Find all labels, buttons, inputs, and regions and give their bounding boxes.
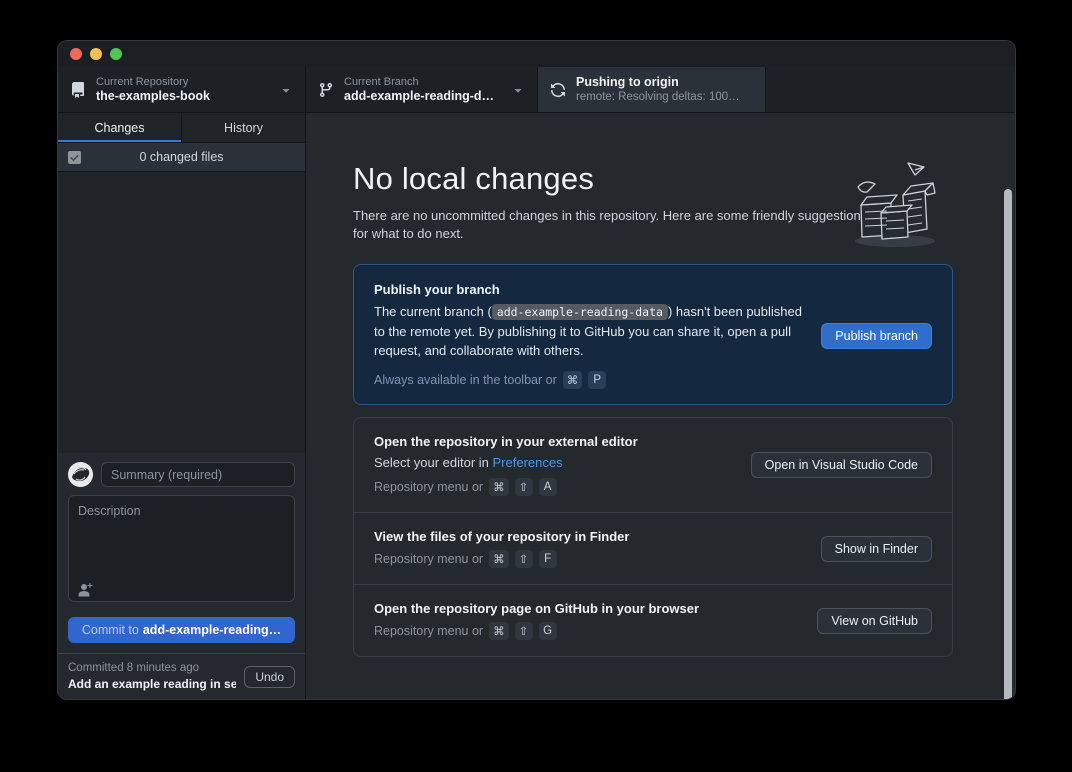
suggestion-hint: Repository menu or ⌘ ⇧ A (374, 478, 737, 496)
tab-history[interactable]: History (181, 113, 305, 142)
avatar (68, 462, 93, 487)
no-changes-panel: No local changes There are no uncommitte… (306, 113, 1015, 699)
publish-hint-text: Always available in the toolbar or (374, 373, 557, 387)
publish-body-pre: The current branch ( (374, 304, 492, 319)
cmd-keycap: ⌘ (563, 371, 583, 389)
git-branch-icon (318, 82, 334, 98)
branch-label: Current Branch (344, 75, 501, 89)
summary-input[interactable] (101, 462, 295, 487)
undo-text: Committed 8 minutes ago Add an example r… (68, 661, 236, 692)
repo-icon (70, 82, 86, 98)
traffic-lights (70, 48, 122, 60)
cmd-keycap: ⌘ (489, 550, 509, 568)
branch-code-pill: add-example-reading-data (492, 304, 668, 320)
suggestion-view-on-github: Open the repository page on GitHub in yo… (354, 584, 952, 656)
current-repository-selector[interactable]: Current Repository the-examples-book (58, 67, 306, 112)
suggestion-title: View the files of your repository in Fin… (374, 529, 807, 544)
shift-keycap: ⇧ (515, 622, 533, 640)
push-title: Pushing to origin (576, 75, 753, 90)
minimize-window-button[interactable] (90, 48, 102, 60)
tab-history-label: History (224, 121, 263, 135)
sidebar: Changes History 0 changed files (58, 113, 306, 699)
p-keycap: P (588, 371, 606, 389)
repository-label: Current Repository (96, 75, 269, 89)
shift-keycap: ⇧ (515, 550, 533, 568)
open-in-editor-button[interactable]: Open in Visual Studio Code (751, 452, 932, 478)
suggestion-hint: Repository menu or ⌘ ⇧ F (374, 550, 807, 568)
cmd-keycap: ⌘ (489, 622, 509, 640)
branch-name: add-example-reading-d… (344, 89, 501, 104)
tab-changes-label: Changes (94, 121, 144, 135)
publish-branch-card: Publish your branch The current branch (… (353, 264, 953, 405)
suggestion-show-in-finder: View the files of your repository in Fin… (354, 512, 952, 584)
check-icon (70, 153, 79, 162)
description-wrap (68, 495, 295, 607)
publish-card-text: Publish your branch The current branch (… (374, 282, 807, 389)
hint-text: Repository menu or (374, 624, 483, 638)
select-all-checkbox[interactable] (68, 151, 81, 164)
description-input[interactable] (68, 495, 295, 602)
current-branch-selector[interactable]: Current Branch add-example-reading-d… (306, 67, 538, 112)
suggestion-text: View the files of your repository in Fin… (374, 529, 807, 568)
shift-keycap: ⇧ (515, 478, 533, 496)
page-subtitle: There are no uncommitted changes in this… (353, 207, 873, 242)
commit-button[interactable]: Commit to add-example-reading… (68, 617, 295, 643)
sidebar-tabs: Changes History (58, 113, 305, 143)
suggestion-hint: Repository menu or ⌘ ⇧ G (374, 622, 803, 640)
publish-card-title: Publish your branch (374, 282, 807, 297)
changed-files-list (58, 172, 305, 453)
zoom-window-button[interactable] (110, 48, 122, 60)
commit-message-area: Commit to add-example-reading… (58, 453, 305, 653)
suggestions-list: Open the repository in your external edi… (353, 417, 953, 657)
g-keycap: G (539, 622, 557, 640)
repository-name: the-examples-book (96, 89, 269, 104)
summary-row (68, 462, 295, 487)
close-window-button[interactable] (70, 48, 82, 60)
committed-time: Committed 8 minutes ago (68, 661, 236, 676)
push-status: remote: Resolving deltas: 100… (576, 90, 753, 104)
cmd-keycap: ⌘ (489, 478, 509, 496)
screenshot-root: { "toolbar": { "repository": { "label": … (0, 0, 1072, 772)
toolbar: Current Repository the-examples-book Cur… (58, 67, 1015, 113)
show-in-finder-button[interactable]: Show in Finder (821, 536, 932, 562)
no-changes-illustration (848, 153, 940, 251)
select-editor-line: Select your editor in Preferences (374, 454, 737, 472)
commit-button-branch: add-example-reading… (143, 623, 281, 637)
chevron-down-icon (279, 83, 293, 97)
push-text: Pushing to origin remote: Resolving delt… (576, 75, 753, 104)
content: Changes History 0 changed files (58, 113, 1015, 699)
vertical-scrollbar[interactable] (1004, 189, 1012, 700)
add-coauthor-icon[interactable] (77, 582, 95, 598)
suggestion-text: Open the repository in your external edi… (374, 434, 737, 496)
publish-branch-button[interactable]: Publish branch (821, 323, 932, 349)
sync-icon (550, 82, 566, 98)
undo-commit-bar: Committed 8 minutes ago Add an example r… (58, 653, 305, 699)
push-to-origin-button[interactable]: Pushing to origin remote: Resolving delt… (538, 67, 766, 112)
app-window: Current Repository the-examples-book Cur… (57, 40, 1016, 700)
hint-text: Repository menu or (374, 480, 483, 494)
publish-hint: Always available in the toolbar or ⌘ P (374, 371, 807, 389)
undo-button[interactable]: Undo (244, 666, 295, 688)
select-editor-pre: Select your editor in (374, 455, 493, 470)
chevron-down-icon (511, 83, 525, 97)
tab-changes[interactable]: Changes (58, 113, 181, 142)
avatar-image (68, 462, 93, 487)
committed-message: Add an example reading in semi-… (68, 676, 236, 692)
suggestion-title: Open the repository page on GitHub in yo… (374, 601, 803, 616)
suggestion-title: Open the repository in your external edi… (374, 434, 737, 449)
changed-files-header: 0 changed files (58, 143, 305, 172)
preferences-link[interactable]: Preferences (493, 455, 563, 470)
f-keycap: F (539, 550, 557, 568)
publish-card-body: The current branch (add-example-reading-… (374, 302, 807, 360)
branch-text: Current Branch add-example-reading-d… (344, 75, 501, 104)
suggestion-open-editor: Open the repository in your external edi… (354, 418, 952, 512)
suggestion-text: Open the repository page on GitHub in yo… (374, 601, 803, 640)
titlebar (58, 41, 1015, 67)
hint-text: Repository menu or (374, 552, 483, 566)
changed-files-count: 0 changed files (81, 150, 282, 164)
commit-button-prefix: Commit to (82, 623, 139, 637)
repository-text: Current Repository the-examples-book (96, 75, 269, 104)
view-on-github-button[interactable]: View on GitHub (817, 608, 932, 634)
a-keycap: A (539, 478, 557, 496)
